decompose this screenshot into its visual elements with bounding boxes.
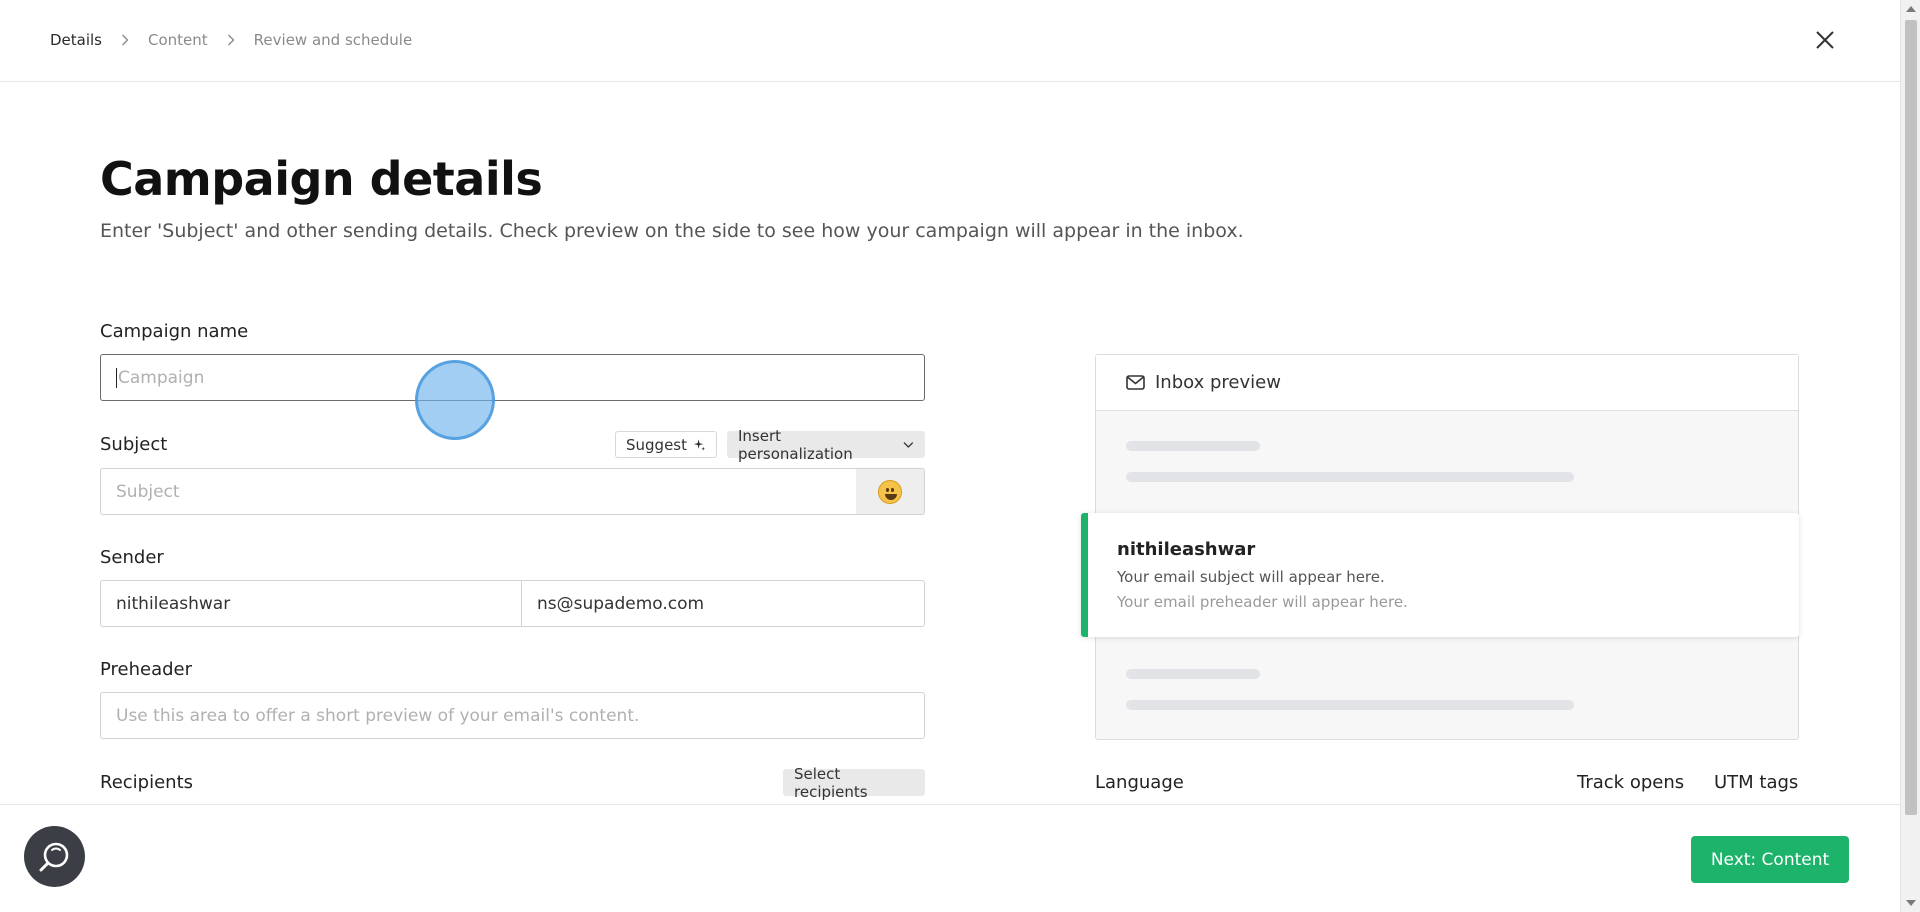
preview-subject: Your email subject will appear here. (1117, 568, 1385, 586)
skeleton-line (1126, 669, 1260, 679)
sender-name-input[interactable]: nithileashwar (100, 580, 522, 627)
subject-label: Subject (100, 434, 168, 455)
breadcrumb-review-and-schedule[interactable]: Review and schedule (254, 31, 413, 49)
scroll-up-arrow-icon[interactable] (1906, 6, 1916, 12)
suggest-label: Suggest (626, 435, 687, 454)
breadcrumb-content[interactable]: Content (148, 31, 208, 49)
message-accent-bar (1081, 513, 1088, 637)
scrollbar[interactable] (1900, 0, 1920, 912)
inbox-preview-header: Inbox preview (1096, 355, 1798, 411)
search-icon (39, 842, 68, 871)
smiley-emoji-icon (878, 479, 902, 504)
scroll-down-arrow-icon[interactable] (1906, 900, 1916, 906)
sender-label: Sender (100, 547, 164, 568)
mail-icon (1126, 375, 1145, 390)
preheader-label: Preheader (100, 659, 193, 680)
breadcrumb-details[interactable]: Details (50, 31, 102, 49)
preheader-placeholder: Use this area to offer a short preview o… (116, 705, 640, 726)
skeleton-line (1126, 472, 1574, 482)
campaign-name-placeholder: Campaign (118, 367, 205, 388)
footer-bar (0, 804, 1900, 912)
language-label: Language (1095, 772, 1184, 793)
scrollbar-thumb[interactable] (1905, 20, 1917, 815)
select-recipients-button[interactable]: Select recipients (783, 765, 925, 801)
sparkle-icon (693, 438, 706, 451)
emoji-picker-button[interactable] (856, 468, 925, 515)
chevron-down-icon (903, 441, 914, 448)
sender-email-value: ns@supademo.com (537, 593, 705, 614)
preheader-input[interactable]: Use this area to offer a short preview o… (100, 692, 925, 739)
preview-preheader: Your email preheader will appear here. (1117, 593, 1408, 611)
insert-personalization-label: Insert personalization (738, 426, 853, 463)
sender-name-value: nithileashwar (116, 593, 231, 614)
sender-email-input[interactable]: ns@supademo.com (521, 580, 925, 627)
skeleton-line (1126, 441, 1260, 451)
recipients-label: Recipients (100, 772, 194, 793)
chevron-right-icon (120, 33, 130, 47)
select-recipients-label: Select recipients (794, 764, 868, 801)
skeleton-line (1126, 700, 1574, 710)
page-subtitle: Enter 'Subject' and other sending detail… (100, 220, 1244, 242)
subject-input[interactable]: Subject (100, 468, 857, 515)
inbox-preview-title: Inbox preview (1155, 372, 1281, 393)
help-search-button[interactable] (24, 826, 85, 887)
suggest-button[interactable]: Suggest (615, 431, 717, 458)
inbox-preview-message: nithileashwar Your email subject will ap… (1081, 513, 1799, 637)
subject-placeholder: Subject (116, 481, 180, 502)
utm-tags-label: UTM tags (1714, 772, 1799, 793)
close-icon[interactable] (1812, 27, 1838, 53)
campaign-name-label: Campaign name (100, 321, 249, 342)
next-content-button[interactable]: Next: Content (1691, 836, 1849, 883)
track-opens-label: Track opens (1577, 772, 1685, 793)
page-title: Campaign details (100, 152, 543, 206)
chevron-right-icon (226, 33, 236, 47)
text-caret (116, 367, 117, 388)
campaign-name-input[interactable]: Campaign (100, 354, 925, 401)
top-bar: Details Content Review and schedule (0, 0, 1900, 82)
preview-sender: nithileashwar (1117, 539, 1256, 560)
breadcrumb: Details Content Review and schedule (50, 31, 412, 49)
insert-personalization-dropdown[interactable]: Insert personalization (727, 427, 925, 463)
